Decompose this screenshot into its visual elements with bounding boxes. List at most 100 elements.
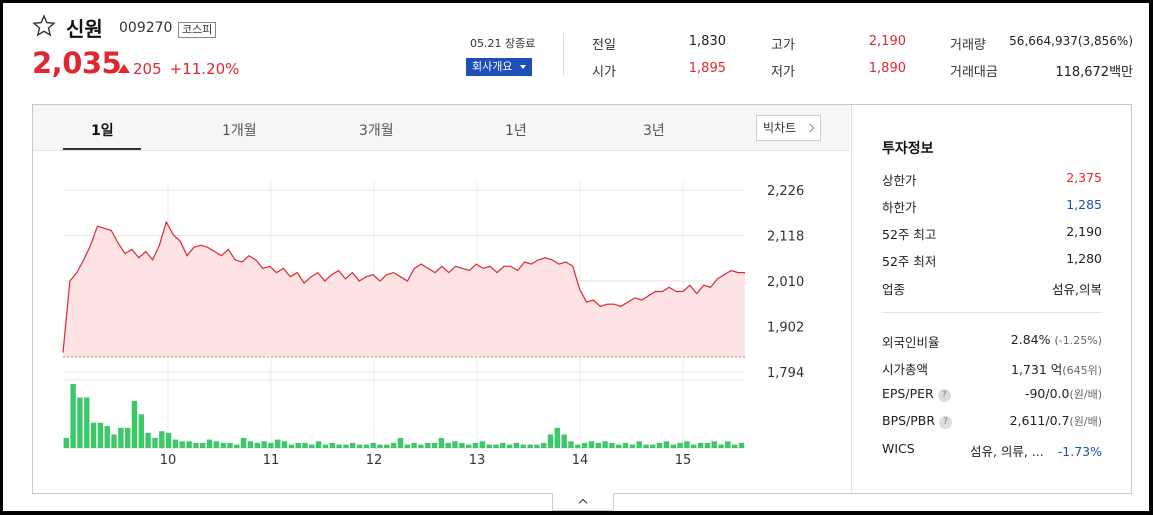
volume-bar	[104, 426, 110, 448]
x-tick-label: 13	[469, 453, 486, 468]
eps-per-value-group: -90/0.0(원/배)	[1025, 386, 1102, 402]
volume-bar	[718, 444, 724, 448]
active-tab-indicator	[63, 148, 141, 150]
volume-bar	[738, 442, 745, 448]
volume-bar	[377, 444, 383, 448]
help-icon[interactable]: ?	[939, 416, 953, 429]
eps-per-value: -90/0.0	[1024, 386, 1070, 401]
tab-3-month[interactable]: 3개월	[359, 120, 394, 140]
eps-per-row: EPS/PER? -90/0.0(원/배)	[882, 386, 1102, 404]
volume-bar	[145, 432, 151, 448]
amount-label: 거래대금	[950, 65, 998, 80]
volume-bar	[179, 441, 185, 448]
volume-bar	[595, 442, 601, 448]
volume-bar	[506, 444, 513, 448]
volume-bar	[575, 444, 581, 448]
volume-bar	[350, 442, 356, 448]
volume-bar	[90, 422, 97, 448]
volume-bar	[520, 444, 526, 448]
tab-1-day[interactable]: 1일	[91, 120, 114, 140]
volume-bar	[288, 444, 295, 448]
open-value: 1,895	[688, 61, 726, 76]
volume-label: 거래량	[950, 38, 986, 53]
volume-bar	[418, 444, 424, 448]
volume-bar	[404, 444, 410, 448]
tab-1-year[interactable]: 1년	[505, 120, 527, 140]
volume-bar	[691, 444, 697, 448]
week52-low-value: 1,280	[1066, 251, 1102, 266]
y-tick-label: 1,902	[767, 321, 804, 336]
favorite-star-icon[interactable]	[32, 14, 56, 38]
volume-bar	[254, 442, 260, 448]
volume-bar	[438, 437, 445, 448]
y-tick-label: 1,794	[767, 366, 804, 381]
high-value: 2,190	[868, 34, 906, 49]
stock-code: 009270	[119, 20, 173, 36]
volume-bar	[131, 400, 138, 448]
wics-value: 섬유, 의류, ...	[969, 444, 1044, 459]
industry-row[interactable]: 업종 섬유,의복	[882, 279, 1102, 297]
low-label: 저가	[771, 65, 795, 80]
volume-bar	[84, 397, 90, 448]
tab-1-month[interactable]: 1개월	[222, 120, 257, 140]
volume-bar	[186, 441, 192, 448]
volume-bar	[234, 444, 240, 448]
big-chart-button[interactable]: 빅차트	[756, 115, 821, 141]
volume-bar	[629, 444, 636, 448]
x-tick-label: 15	[675, 453, 692, 468]
volume-bar	[486, 444, 492, 448]
foreign-ratio-row: 외국인비율 2.84% (-1.25%)	[882, 332, 1102, 350]
foreign-ratio-label: 외국인비율	[882, 335, 940, 350]
volume-bar	[704, 442, 711, 448]
collapse-button[interactable]	[552, 493, 614, 511]
volume-bar	[445, 442, 451, 448]
change-percent: +11.20%	[169, 60, 240, 78]
volume-bar	[152, 437, 158, 448]
volume-bar	[111, 434, 117, 448]
volume-bar	[534, 444, 540, 448]
info-divider	[882, 312, 1102, 313]
volume-bar	[159, 431, 165, 448]
volume-bar	[568, 441, 574, 448]
wics-value-group[interactable]: 섬유, 의류, ... -1.73%	[970, 441, 1102, 460]
volume-bar	[602, 441, 608, 448]
week52-high-value: 2,190	[1066, 224, 1102, 239]
volume-bar	[70, 384, 76, 448]
x-tick-label: 11	[263, 453, 280, 468]
x-tick-label: 10	[160, 453, 177, 468]
volume-bar	[302, 442, 308, 448]
lower-limit-row: 하한가 1,285	[882, 197, 1102, 215]
volume-bar	[609, 442, 615, 448]
volume-bar	[213, 441, 219, 448]
help-icon[interactable]: ?	[937, 389, 951, 402]
bps-pbr-label: BPS/PBR	[882, 413, 936, 428]
y-tick-label: 2,226	[767, 184, 804, 199]
wics-row: WICS 섬유, 의류, ... -1.73%	[882, 441, 1102, 459]
up-triangle-icon	[118, 64, 130, 73]
bps-pbr-unit: (원/배)	[1069, 415, 1102, 428]
bps-pbr-value: 2,611/0.7	[1009, 413, 1070, 428]
volume-bar	[247, 441, 254, 448]
week52-low-label: 52주 최저	[882, 254, 937, 269]
volume-bar	[547, 434, 554, 448]
volume-bar	[63, 437, 69, 448]
volume-bar	[165, 432, 172, 448]
volume-bar	[622, 442, 629, 448]
bps-pbr-value-group: 2,611/0.7(원/배)	[1010, 413, 1102, 429]
caret-down-icon	[520, 65, 526, 69]
volume-bar	[356, 444, 363, 448]
volume-bar	[670, 444, 676, 448]
volume-bar	[425, 442, 431, 448]
wics-percent: -1.73%	[1057, 444, 1102, 459]
amount-value: 118,672백만	[1055, 65, 1133, 80]
price-area	[63, 222, 745, 357]
tab-3-year[interactable]: 3년	[643, 120, 665, 140]
volume-bar	[391, 442, 397, 448]
high-label: 고가	[771, 38, 795, 53]
divider	[563, 34, 564, 76]
company-overview-button[interactable]: 회사개요	[466, 58, 532, 76]
chevron-right-icon	[805, 123, 815, 133]
volume-bar	[663, 441, 670, 448]
volume-bar	[588, 441, 595, 448]
market-cap-label: 시가총액	[882, 362, 929, 377]
